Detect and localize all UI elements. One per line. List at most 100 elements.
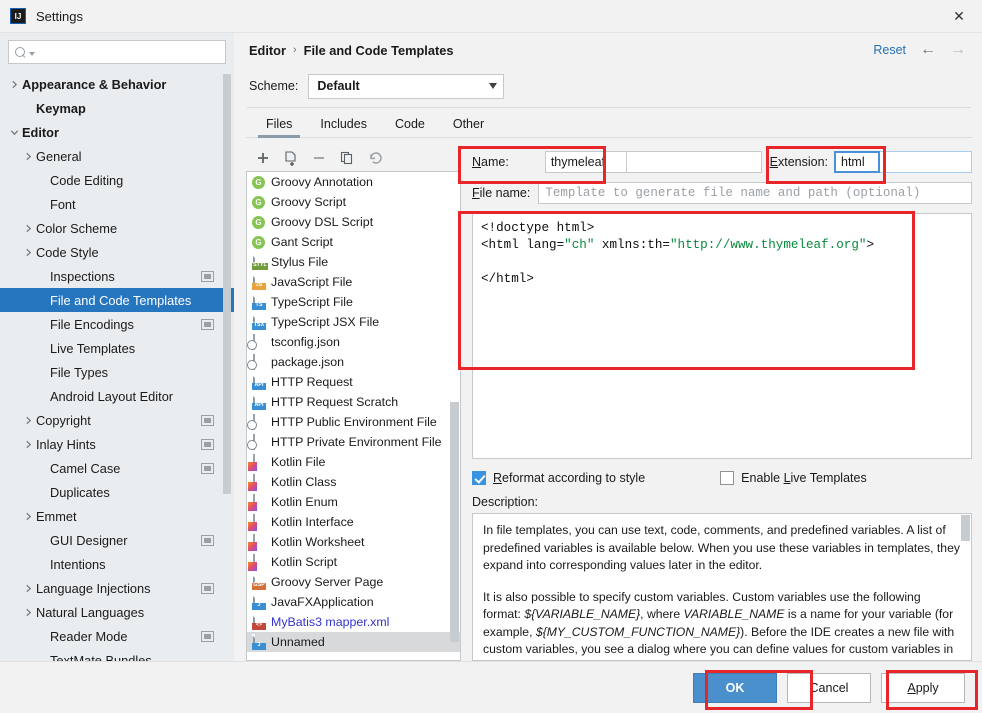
sidebar-item-android-layout-editor[interactable]: Android Layout Editor [0,384,234,408]
arrow-left-icon[interactable]: ← [920,42,936,58]
template-list-item-label: MyBatis3 mapper.xml [271,615,390,629]
search-input[interactable] [38,44,219,60]
tab-files[interactable]: Files [252,117,306,138]
sidebar-item-textmate-bundles[interactable]: TextMate Bundles [0,648,234,662]
template-list-item[interactable]: API HTTP Request [247,372,460,392]
description-scrollbar[interactable] [961,515,970,541]
sidebar-item-language-injections[interactable]: Language Injections [0,576,234,600]
tab-includes[interactable]: Includes [306,117,381,137]
cancel-button[interactable]: Cancel [787,672,871,703]
reformat-checkbox[interactable] [472,471,486,485]
chevron-down-icon[interactable] [29,52,35,56]
live-templates-label[interactable]: Enable Live Templates [741,471,867,485]
chevron-right-icon[interactable] [20,512,36,521]
chevron-right-icon[interactable] [20,224,36,233]
scheme-select[interactable]: Default [308,73,505,99]
sidebar-item-editor[interactable]: Editor [0,120,234,144]
extension-input[interactable] [834,151,880,173]
undo-icon[interactable] [367,150,383,166]
live-templates-checkbox[interactable] [720,471,735,485]
template-list-item[interactable]: J JavaFXApplication [247,592,460,612]
sidebar-item-live-templates[interactable]: Live Templates [0,336,234,360]
template-list-item[interactable]: API HTTP Request Scratch [247,392,460,412]
template-list-item[interactable]: Kotlin File [247,452,460,472]
copy-icon[interactable] [339,150,355,166]
search-box[interactable] [8,40,226,64]
chevron-right-icon[interactable] [20,152,36,161]
sidebar-item-general[interactable]: General [0,144,234,168]
sidebar-item-appearance-behavior[interactable]: Appearance & Behavior [0,72,234,96]
sidebar-item-file-types[interactable]: File Types [0,360,234,384]
create-template-icon[interactable] [283,150,299,166]
plus-icon[interactable] [255,150,271,166]
sidebar-item-color-scheme[interactable]: Color Scheme [0,216,234,240]
sidebar-item-code-editing[interactable]: Code Editing [0,168,234,192]
sidebar-item-camel-case[interactable]: Camel Case [0,456,234,480]
template-list-item[interactable]: Kotlin Worksheet [247,532,460,552]
tab-code[interactable]: Code [381,117,439,137]
sidebar-item-inspections[interactable]: Inspections [0,264,234,288]
template-list-item[interactable]: G Groovy Annotation [247,172,460,192]
sidebar-item-file-and-code-templates[interactable]: File and Code Templates [0,288,234,312]
template-list-item[interactable]: STYL Stylus File [247,252,460,272]
sidebar-item-inlay-hints[interactable]: Inlay Hints [0,432,234,456]
file-name-label: File name: [472,186,531,200]
template-list-item[interactable]: Kotlin Script [247,552,460,572]
template-list-item[interactable]: Kotlin Interface [247,512,460,532]
chevron-right-icon[interactable] [20,608,36,617]
reformat-label[interactable]: Reformat according to style [493,471,645,485]
tab-other[interactable]: Other [439,117,498,137]
reset-link[interactable]: Reset [873,43,906,57]
sidebar-item-duplicates[interactable]: Duplicates [0,480,234,504]
apply-button[interactable]: Apply [881,672,965,703]
template-list-item[interactable]: G Groovy DSL Script [247,212,460,232]
chevron-right-icon[interactable] [20,440,36,449]
template-list-scrollbar[interactable] [450,402,459,642]
sidebar-item-natural-languages[interactable]: Natural Languages [0,600,234,624]
template-list-item[interactable]: TS TypeScript File [247,292,460,312]
sidebar-item-label: Language Injections [36,580,151,596]
template-list-item[interactable]: <> MyBatis3 mapper.xml [247,612,460,632]
sidebar-item-reader-mode[interactable]: Reader Mode [0,624,234,648]
template-list-item[interactable]: G Groovy Script [247,192,460,212]
sidebar-item-keymap[interactable]: Keymap [0,96,234,120]
template-list-item[interactable]: tsconfig.json [247,332,460,352]
editor-line: <html lang="ch" xmlns:th="http://www.thy… [481,237,963,254]
template-list-item[interactable]: G Gant Script [247,232,460,252]
sidebar-item-emmet[interactable]: Emmet [0,504,234,528]
template-list-item[interactable]: HTTP Private Environment File [247,432,460,452]
template-list-item[interactable]: JS JavaScript File [247,272,460,292]
template-list[interactable]: G Groovy Annotation G Groovy Script G Groovy … [246,171,461,661]
settings-tree[interactable]: Appearance & Behavior Keymap Editor General… [0,70,234,661]
ok-button[interactable]: OK [693,672,777,703]
minus-icon[interactable] [311,150,327,166]
description-box[interactable]: In file templates, you can use text, cod… [472,513,972,661]
chevron-right-icon[interactable] [20,248,36,257]
sidebar-scrollbar[interactable] [223,74,231,494]
sidebar-item-code-style[interactable]: Code Style [0,240,234,264]
close-icon[interactable]: ✕ [936,0,982,32]
template-list-item[interactable]: TSX TypeScript JSX File [247,312,460,332]
template-list-item[interactable]: J Unnamed [247,632,460,652]
template-list-item[interactable]: GSP Groovy Server Page [247,572,460,592]
chevron-right-icon[interactable] [6,80,22,89]
sidebar-item-gui-designer[interactable]: GUI Designer [0,528,234,552]
template-list-item[interactable]: HTTP Public Environment File [247,412,460,432]
scheme-label: Scheme: [249,79,299,93]
name-input[interactable] [544,151,627,173]
breadcrumb-item-editor[interactable]: Editor [249,43,286,58]
sidebar-item-font[interactable]: Font [0,192,234,216]
chevron-down-icon[interactable] [6,128,22,137]
template-code-editor[interactable]: <!doctype html> <html lang="ch" xmlns:th=… [472,213,972,459]
template-list-item[interactable]: Kotlin Class [247,472,460,492]
template-list-item[interactable]: package.json [247,352,460,372]
template-list-item-label: HTTP Public Environment File [271,415,437,429]
file-name-input[interactable]: Template to generate file name and path … [538,182,972,204]
chevron-right-icon[interactable] [20,416,36,425]
sidebar-item-file-encodings[interactable]: File Encodings [0,312,234,336]
arrow-right-icon[interactable]: → [950,42,966,58]
chevron-right-icon[interactable] [20,584,36,593]
template-list-item[interactable]: Kotlin Enum [247,492,460,512]
sidebar-item-copyright[interactable]: Copyright [0,408,234,432]
sidebar-item-intentions[interactable]: Intentions [0,552,234,576]
